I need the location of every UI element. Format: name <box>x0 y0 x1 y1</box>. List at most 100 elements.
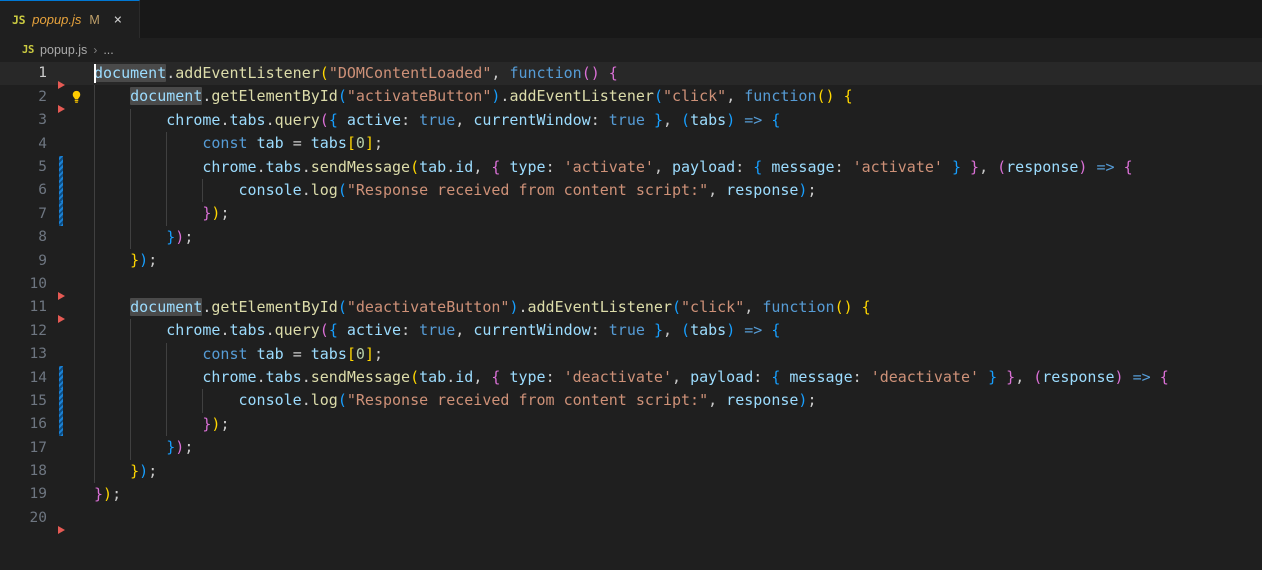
git-modified-indicator[interactable] <box>59 389 63 413</box>
code-action-gutter <box>66 296 88 319</box>
git-modified-indicator[interactable] <box>59 366 63 390</box>
line-number-gutter: 2 <box>0 85 56 108</box>
code-line-text[interactable]: }); <box>88 202 1262 226</box>
modified-indicator-badge: M <box>89 12 100 27</box>
git-modified-indicator[interactable] <box>59 178 63 203</box>
git-change-gutter[interactable] <box>56 132 66 155</box>
code-line[interactable]: 10 <box>0 272 1262 300</box>
git-change-gutter[interactable] <box>56 109 66 132</box>
code-line-text[interactable]: chrome.tabs.sendMessage(tab.id, { type: … <box>88 155 1262 179</box>
code-line[interactable]: 1 document.addEventListener("DOMContentLo… <box>0 62 1262 90</box>
git-change-gutter[interactable] <box>56 506 66 534</box>
code-line-text[interactable] <box>88 506 1262 529</box>
code-line-text[interactable]: }); <box>88 483 1262 506</box>
code-line[interactable]: 8 }); <box>0 225 1262 250</box>
code-line[interactable]: 4 const tab = tabs[0]; <box>0 132 1262 156</box>
code-line[interactable]: 19}); <box>0 483 1262 506</box>
code-action-gutter <box>66 249 88 272</box>
git-change-gutter[interactable] <box>56 319 66 342</box>
line-number-gutter: 13 <box>0 343 56 366</box>
git-change-gutter[interactable] <box>56 226 66 249</box>
code-action-gutter <box>66 389 88 412</box>
git-change-gutter[interactable] <box>56 460 66 483</box>
code-line-text[interactable]: const tab = tabs[0]; <box>88 132 1262 156</box>
breadcrumb-file[interactable]: popup.js <box>40 43 87 57</box>
code-line-text[interactable]: chrome.tabs.query({ active: true, curren… <box>88 319 1262 343</box>
git-modified-indicator[interactable] <box>59 155 63 179</box>
git-change-gutter[interactable] <box>56 273 66 300</box>
code-action-gutter <box>66 202 88 225</box>
code-line-text[interactable]: }); <box>88 412 1262 437</box>
close-tab-icon[interactable]: × <box>109 11 127 29</box>
symbol-occurrence-highlight: document <box>94 64 167 82</box>
code-line-text[interactable]: }); <box>88 249 1262 273</box>
code-action-gutter <box>66 179 88 202</box>
lightbulb-icon[interactable] <box>69 90 84 105</box>
code-line[interactable]: 11 document.getElementById("deactivateBu… <box>0 295 1262 324</box>
git-change-gutter[interactable] <box>56 249 66 272</box>
code-line-text[interactable]: }); <box>88 459 1262 484</box>
code-action-gutter <box>66 109 88 132</box>
code-line[interactable]: 15 console.log("Response received from c… <box>0 389 1262 413</box>
line-number: 8 <box>38 229 47 246</box>
line-number-gutter: 15 <box>0 389 56 412</box>
code-line-text[interactable]: chrome.tabs.query({ active: true, curren… <box>88 108 1262 133</box>
git-change-gutter[interactable] <box>56 155 66 179</box>
git-change-gutter[interactable] <box>56 366 66 390</box>
git-modified-indicator[interactable] <box>59 412 63 437</box>
git-change-gutter[interactable] <box>56 436 66 459</box>
git-change-gutter[interactable] <box>56 85 66 113</box>
code-line-text[interactable]: console.log("Response received from cont… <box>88 178 1262 203</box>
code-line[interactable]: 6 console.log("Response received from co… <box>0 178 1262 203</box>
git-deleted-lines-marker[interactable] <box>58 525 65 534</box>
line-number-gutter: 4 <box>0 132 56 155</box>
breadcrumb-symbol-ellipsis[interactable]: ... <box>103 43 113 57</box>
code-line[interactable]: 13 const tab = tabs[0]; <box>0 342 1262 367</box>
code-line[interactable]: 3 chrome.tabs.query({ active: true, curr… <box>0 108 1262 133</box>
git-change-gutter[interactable] <box>56 202 66 226</box>
line-number-gutter: 10 <box>0 273 56 296</box>
code-line-text[interactable]: chrome.tabs.sendMessage(tab.id, { type: … <box>88 366 1262 390</box>
editor-tab-popup-js[interactable]: JS popup.js M × <box>0 0 140 38</box>
line-number: 1 <box>38 65 47 82</box>
code-line-text[interactable]: document.getElementById("activateButton"… <box>88 85 1262 109</box>
git-change-gutter[interactable] <box>56 389 66 413</box>
git-change-gutter[interactable] <box>56 412 66 437</box>
indent-guide <box>94 272 95 296</box>
git-change-gutter[interactable] <box>56 296 66 324</box>
code-line[interactable]: 5 chrome.tabs.sendMessage(tab.id, { type… <box>0 155 1262 179</box>
code-line[interactable]: 12 chrome.tabs.query({ active: true, cur… <box>0 319 1262 343</box>
code-line-text[interactable]: }); <box>88 225 1262 250</box>
line-number: 4 <box>38 135 47 152</box>
git-modified-indicator[interactable] <box>59 202 63 226</box>
git-change-gutter[interactable] <box>56 62 66 90</box>
code-line[interactable]: 20 <box>0 506 1262 534</box>
code-line-text[interactable]: console.log("Response received from cont… <box>88 389 1262 413</box>
code-action-gutter <box>66 85 88 108</box>
code-line-text[interactable]: }); <box>88 436 1262 460</box>
code-line-text[interactable]: const tab = tabs[0]; <box>88 342 1262 367</box>
code-action-gutter <box>66 156 88 179</box>
code-line[interactable]: 17 }); <box>0 436 1262 460</box>
line-number-gutter: 6 <box>0 179 56 202</box>
git-change-gutter[interactable] <box>56 343 66 366</box>
code-line[interactable]: 2 document.getElementById("activateButto… <box>0 85 1262 113</box>
js-file-icon: JS <box>12 12 26 27</box>
code-editor[interactable]: 1 document.addEventListener("DOMContentLo… <box>0 62 1262 570</box>
tab-label: popup.js <box>32 12 82 27</box>
code-line[interactable]: 9 }); <box>0 249 1262 273</box>
code-line-text[interactable]: document.getElementById("deactivateButto… <box>88 295 1262 320</box>
code-action-gutter <box>66 226 88 249</box>
code-line-text[interactable] <box>88 272 1262 296</box>
code-line[interactable]: 14 chrome.tabs.sendMessage(tab.id, { typ… <box>0 366 1262 390</box>
code-line[interactable]: 16 }); <box>0 412 1262 437</box>
line-number: 2 <box>38 88 47 105</box>
code-line[interactable]: 7 }); <box>0 202 1262 226</box>
code-line-text[interactable]: document.addEventListener("DOMContentLoa… <box>88 62 1262 85</box>
line-number: 11 <box>29 299 47 316</box>
git-change-gutter[interactable] <box>56 483 66 506</box>
git-change-gutter[interactable] <box>56 178 66 203</box>
line-number-gutter: 19 <box>0 483 56 506</box>
line-number: 17 <box>29 439 47 456</box>
code-line[interactable]: 18 }); <box>0 459 1262 484</box>
